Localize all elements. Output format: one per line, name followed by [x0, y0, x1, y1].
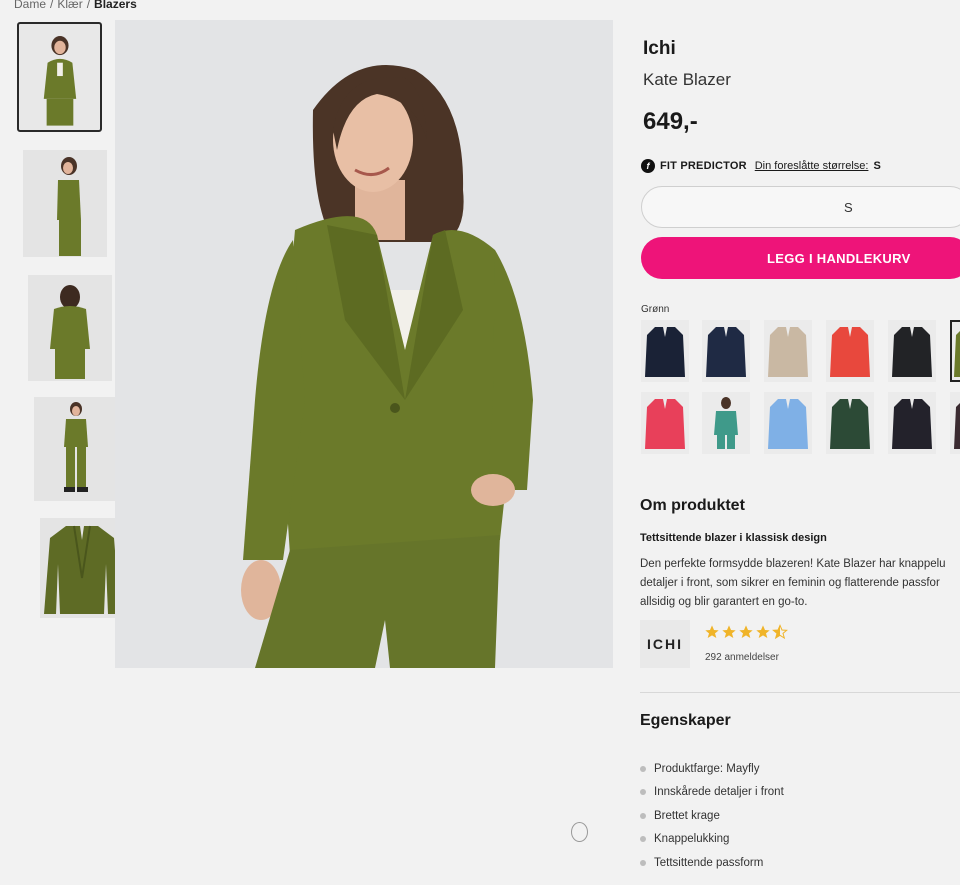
feature-text: Tettsittende passform [654, 856, 764, 869]
about-title: Om produktet [640, 497, 745, 514]
breadcrumb-current: Blazers [94, 0, 137, 11]
thumbnail-5[interactable] [40, 518, 122, 618]
swatch-beige[interactable] [764, 320, 812, 382]
swatch-red[interactable] [826, 320, 874, 382]
list-item: Brettet krage [640, 804, 784, 828]
blazer-olive-icon [954, 331, 960, 377]
description-line: Den perfekte formsydde blazeren! Kate Bl… [640, 558, 946, 570]
star-full-icon [705, 625, 719, 638]
description-line: detaljer i front, som sikrer en feminin … [640, 577, 940, 589]
swatch-dark-green[interactable] [826, 392, 874, 454]
about-description: Den perfekte formsydde blazeren! Kate Bl… [640, 555, 960, 612]
fit-predictor-icon: f [641, 159, 655, 173]
features-list: Produktfarge: Mayfly Innskårede detaljer… [640, 757, 784, 875]
blazer-navy-icon [645, 327, 685, 377]
fit-predictor-link[interactable]: Din foreslåtte størrelse: [755, 160, 869, 172]
swatch-pink[interactable] [641, 392, 689, 454]
blazer-beige-icon [768, 327, 808, 377]
main-product-image[interactable] [115, 20, 613, 668]
breadcrumb-separator: / [86, 0, 91, 11]
add-to-cart-button[interactable]: LEGG I HANDLEKURV [641, 237, 960, 279]
thumbnail-3[interactable] [28, 275, 112, 381]
list-item: Tettsittende passform [640, 851, 784, 875]
list-item: Knappelukking [640, 828, 784, 852]
thumbnail-1[interactable] [17, 22, 102, 132]
feature-text: Innskårede detaljer i front [654, 786, 784, 799]
brand-logo[interactable]: ICHI [640, 620, 690, 668]
blazer-dark-green-icon [830, 399, 870, 449]
feature-text: Knappelukking [654, 833, 730, 846]
model-in-olive-blazer [115, 20, 613, 668]
section-divider [640, 692, 960, 693]
star-full-icon [739, 625, 753, 638]
swatch-light-blue[interactable] [764, 392, 812, 454]
description-line: allsidig og blir garantert en go-to. [640, 596, 808, 608]
breadcrumb-item-dame[interactable]: Dame [14, 0, 46, 11]
bullet-icon [640, 789, 646, 796]
fit-predictor: f FIT PREDICTOR Din foreslåtte størrelse… [641, 159, 881, 173]
swatch-dark-navy[interactable] [702, 320, 750, 382]
blazer-dark-navy-icon [706, 327, 746, 377]
features-title: Egenskaper [640, 712, 731, 729]
blazer-dark-brown-icon [954, 403, 960, 449]
star-half-icon [772, 624, 788, 640]
star-full-icon [722, 625, 736, 638]
bullet-icon [640, 812, 646, 819]
model-front-thumbnail [43, 36, 77, 126]
bullet-icon [640, 836, 646, 843]
feature-text: Brettet krage [654, 809, 720, 822]
size-select[interactable]: S [641, 186, 960, 228]
blazer-charcoal-icon [892, 399, 932, 449]
blazer-pink-icon [645, 399, 685, 449]
brand-name[interactable]: Ichi [643, 38, 676, 60]
about-subtitle: Tettsittende blazer i klassisk design [640, 532, 827, 544]
list-item: Produktfarge: Mayfly [640, 757, 784, 781]
blazer-black-icon [892, 327, 932, 377]
swatch-olive[interactable] [950, 320, 960, 382]
size-select-value: S [844, 199, 853, 215]
mouse-cursor-icon [571, 822, 588, 842]
bullet-icon [640, 765, 646, 772]
swatch-black[interactable] [888, 320, 936, 382]
fit-predictor-label: FIT PREDICTOR [660, 160, 747, 172]
bullet-icon [640, 859, 646, 866]
swatch-navy[interactable] [641, 320, 689, 382]
breadcrumb: Dame / Klær / Blazers [14, 0, 137, 11]
model-side-thumbnail [57, 157, 81, 256]
product-price: 649,- [643, 108, 698, 135]
star-full-icon [756, 625, 770, 638]
blazer-red-icon [830, 327, 870, 377]
swatch-dark-brown[interactable] [950, 392, 960, 454]
blazer-light-blue-icon [768, 399, 808, 449]
model-teal-icon [714, 397, 738, 449]
thumbnail-4[interactable] [34, 397, 117, 501]
model-full-thumbnail [64, 402, 88, 492]
breadcrumb-item-klaer[interactable]: Klær [57, 0, 82, 11]
color-label: Grønn [641, 304, 670, 315]
feature-text: Produktfarge: Mayfly [654, 762, 760, 775]
swatch-charcoal[interactable] [888, 392, 936, 454]
swatch-teal[interactable] [702, 392, 750, 454]
thumbnail-2[interactable] [23, 150, 107, 257]
breadcrumb-separator: / [50, 0, 54, 11]
list-item: Innskårede detaljer i front [640, 781, 784, 805]
blazer-flat-thumbnail [44, 525, 120, 614]
fit-predictor-size: S [873, 160, 881, 172]
rating-stars[interactable] [704, 624, 789, 640]
review-count[interactable]: 292 anmeldelser [705, 652, 779, 663]
product-title: Kate Blazer [643, 70, 731, 89]
model-back-thumbnail [50, 285, 90, 379]
